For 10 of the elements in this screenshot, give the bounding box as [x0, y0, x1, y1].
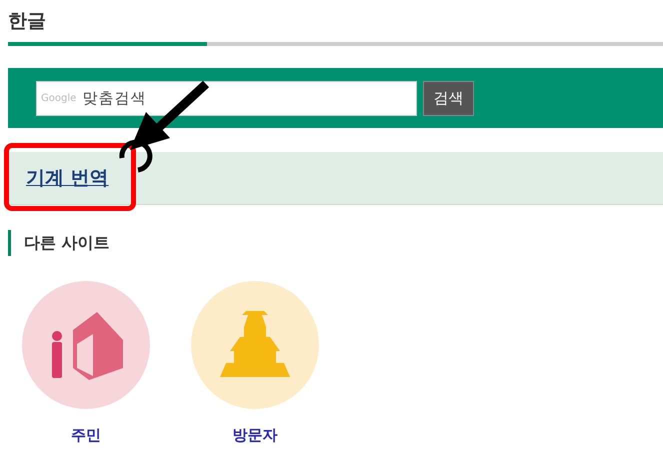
search-button[interactable]: 검색	[423, 80, 474, 116]
site-link[interactable]: 주민	[22, 281, 150, 445]
page-title: 한글	[7, 9, 47, 34]
castle-icon	[220, 311, 290, 379]
section-title: 다른 사이트	[8, 230, 663, 256]
site-link[interactable]: 방문자	[191, 281, 319, 445]
house-person-icon	[49, 310, 123, 380]
tab-indicator[interactable]	[8, 42, 207, 46]
translate-link[interactable]: 기계 번역	[26, 165, 109, 191]
search-logo: Google	[41, 92, 76, 104]
